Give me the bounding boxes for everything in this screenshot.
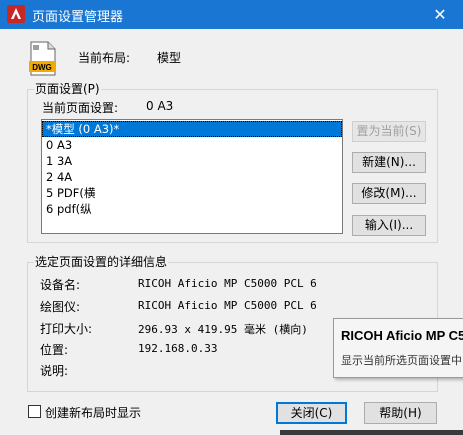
current-layout-label: 当前布局:	[78, 51, 131, 65]
plotter-value: RICOH Aficio MP C5000 PCL 6	[138, 299, 317, 312]
tooltip-description: 显示当前所选页面设置中	[341, 354, 462, 367]
window-title: 页面设置管理器	[32, 10, 124, 25]
current-page-setup-value: 0 A3	[146, 99, 174, 113]
page-setups-group-label: 页面设置(P)	[34, 80, 101, 97]
location-value: 192.168.0.33	[138, 342, 218, 355]
list-item[interactable]: 5 PDF(横	[42, 185, 342, 201]
details-group-label: 选定页面设置的详细信息	[34, 253, 169, 270]
dwg-icon-text: DWG	[32, 63, 52, 72]
dwg-file-icon: DWG	[29, 41, 56, 76]
background-strip	[280, 430, 463, 435]
current-page-setup-label: 当前页面设置:	[42, 101, 119, 115]
plot-size-value: 296.93 x 419.95 毫米 (横向)	[138, 323, 308, 336]
location-label: 位置:	[40, 343, 69, 357]
device-name-value: RICOH Aficio MP C5000 PCL 6	[138, 277, 317, 290]
description-label: 说明:	[40, 364, 69, 378]
new-button[interactable]: 新建(N)...	[352, 152, 426, 173]
tooltip-title: RICOH Aficio MP C5	[341, 328, 463, 343]
device-name-label: 设备名:	[40, 278, 81, 292]
device-tooltip: RICOH Aficio MP C5 显示当前所选页面设置中	[333, 318, 463, 378]
list-item[interactable]: 0 A3	[42, 137, 342, 153]
title-bar: 页面设置管理器 ✕	[0, 0, 463, 29]
list-item[interactable]: *模型 (0 A3)*	[42, 121, 342, 137]
help-button[interactable]: 帮助(H)	[364, 402, 437, 424]
set-current-button[interactable]: 置为当前(S)	[352, 121, 426, 142]
modify-button[interactable]: 修改(M)...	[352, 183, 426, 204]
autocad-app-icon	[7, 5, 25, 23]
list-item[interactable]: 1 3A	[42, 153, 342, 169]
list-item[interactable]: 2 4A	[42, 169, 342, 185]
page-setup-list[interactable]: *模型 (0 A3)* 0 A3 1 3A 2 4A 5 PDF(横 6 pdf…	[41, 119, 343, 234]
list-item[interactable]: 6 pdf(纵	[42, 201, 342, 217]
current-layout-value: 模型	[157, 51, 182, 65]
plotter-label: 绘图仪:	[40, 300, 81, 314]
show-on-new-layout-checkbox[interactable]	[28, 405, 41, 418]
show-on-new-layout-label: 创建新布局时显示	[45, 406, 142, 420]
close-button[interactable]: 关闭(C)	[276, 402, 347, 424]
close-icon[interactable]: ✕	[417, 0, 463, 29]
plot-size-label: 打印大小:	[40, 322, 93, 336]
import-button[interactable]: 输入(I)...	[352, 215, 426, 236]
